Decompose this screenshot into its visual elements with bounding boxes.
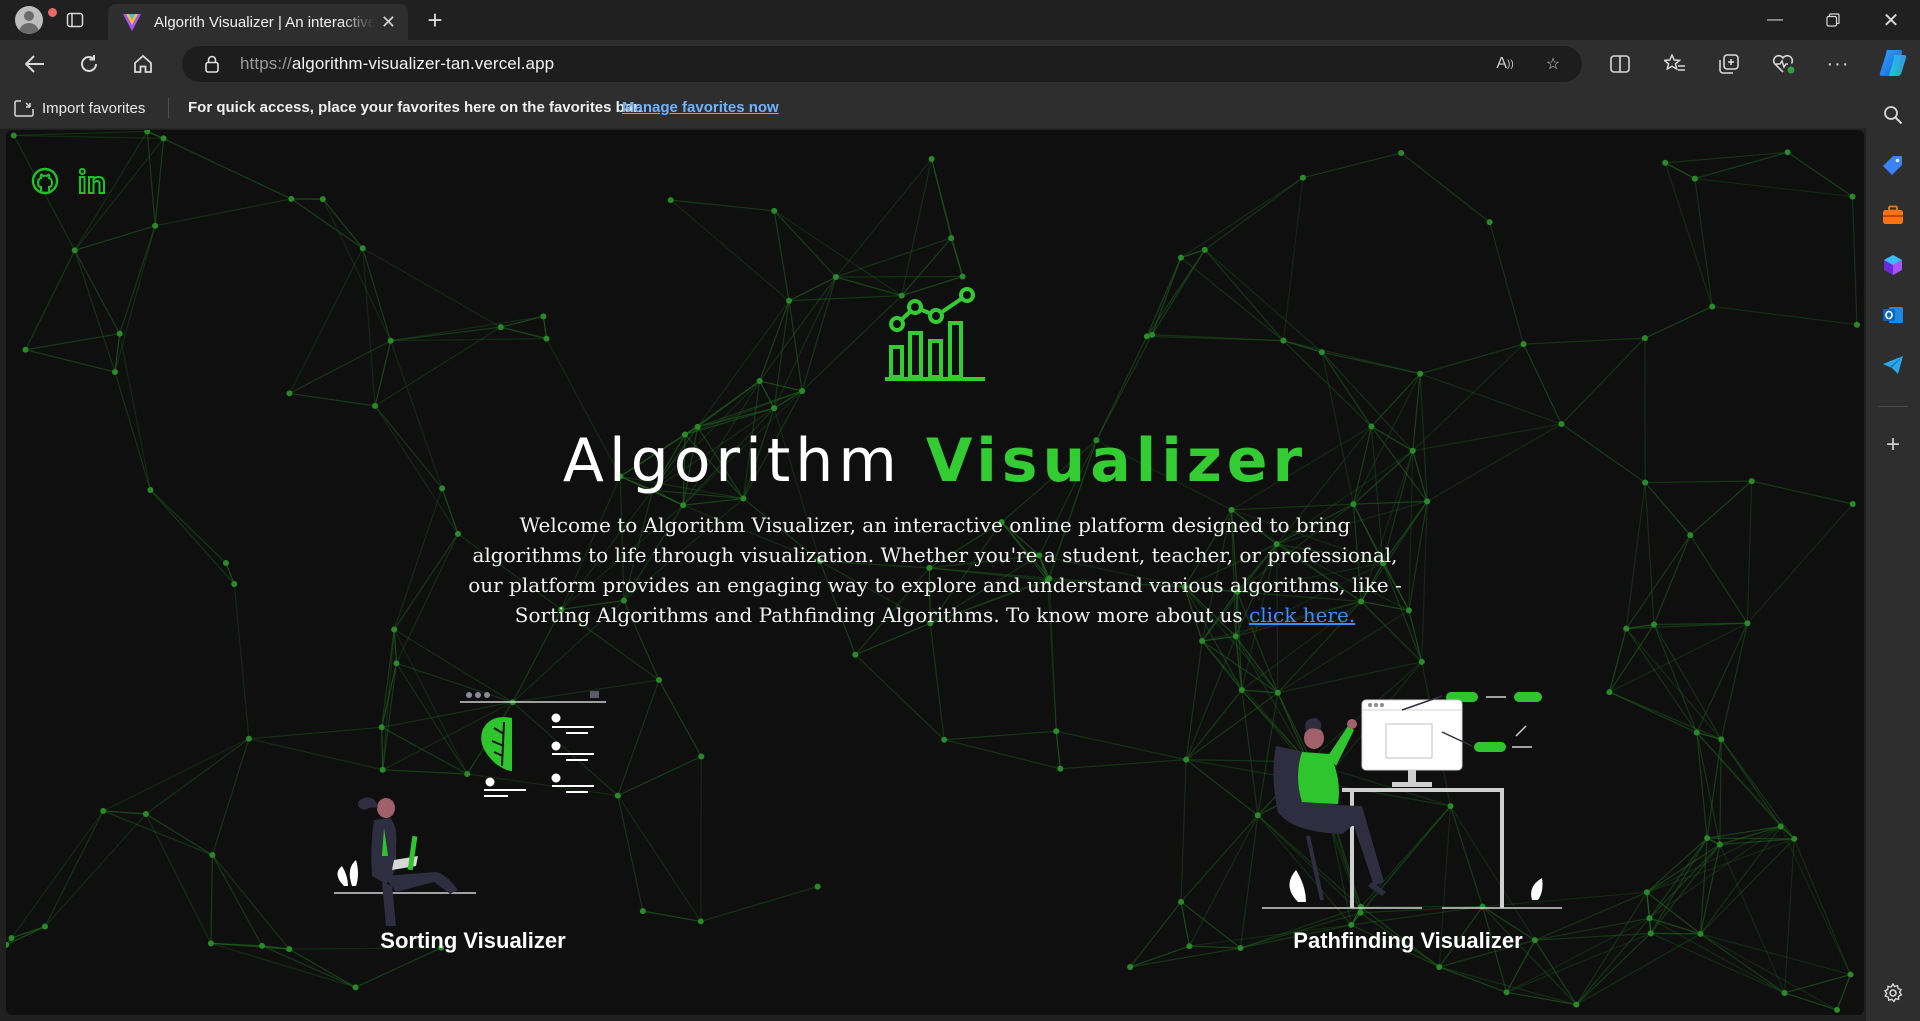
intro-paragraph: Welcome to Algorithm Visualizer, an inte… <box>466 510 1404 630</box>
web-content: Algorithm Visualizer Welcome to Algorith… <box>6 130 1864 1015</box>
url-protocol: https:// <box>240 54 292 73</box>
back-button[interactable] <box>18 48 52 80</box>
import-favorites-button[interactable]: Import favorites <box>14 99 145 117</box>
notification-dot <box>46 6 59 19</box>
home-icon <box>134 54 152 73</box>
sidebar-divider <box>1878 406 1908 407</box>
outlook-icon[interactable] <box>1878 300 1908 330</box>
search-icon[interactable] <box>1878 100 1908 130</box>
linkedin-icon[interactable] <box>78 166 108 196</box>
avatar-icon <box>15 6 43 34</box>
about-link[interactable]: click here. <box>1249 603 1355 627</box>
copilot-icon[interactable] <box>1876 46 1910 80</box>
url-text: https://algorithm-visualizer-tan.vercel.… <box>240 54 554 74</box>
page-title: Algorithm Visualizer <box>6 426 1864 496</box>
title-word-visualizer: Visualizer <box>925 426 1308 496</box>
refresh-button[interactable] <box>72 48 106 80</box>
favorites-bar: Import favorites For quick access, place… <box>0 88 1920 129</box>
add-sidebar-app-icon[interactable]: + <box>1878 430 1908 460</box>
import-favorites-icon <box>14 100 34 117</box>
lock-icon[interactable] <box>204 55 220 73</box>
title-word-algorithm: Algorithm <box>562 426 902 496</box>
sidebar-settings-gear-icon[interactable] <box>1878 978 1908 1008</box>
split-screen-icon[interactable] <box>1603 48 1637 80</box>
shopping-tag-icon[interactable] <box>1878 150 1908 180</box>
sorting-visualizer-label[interactable]: Sorting Visualizer <box>293 928 653 954</box>
favorites-bar-message: For quick access, place your favorites h… <box>188 99 643 116</box>
manage-favorites-link[interactable]: Manage favorites now <box>622 99 779 116</box>
close-window-button[interactable]: ✕ <box>1868 0 1914 40</box>
restore-icon <box>1826 13 1840 27</box>
navigation-bar: https://algorithm-visualizer-tan.vercel.… <box>0 40 1920 88</box>
back-arrow-icon <box>25 55 44 73</box>
restore-button[interactable] <box>1810 0 1856 40</box>
profile-button[interactable] <box>14 0 59 40</box>
tab-active[interactable]: Algorith Visualizer | An interactive onl… <box>108 4 408 40</box>
url-host: algorithm-visualizer-tan.vercel.app <box>291 54 555 73</box>
github-icon[interactable] <box>30 166 60 196</box>
pathfinding-visualizer-label[interactable]: Pathfinding Visualizer <box>1228 928 1588 954</box>
import-favorites-label: Import favorites <box>42 99 146 117</box>
minimize-button[interactable]: — <box>1752 0 1798 40</box>
site-favicon-icon <box>123 14 141 31</box>
refresh-icon <box>81 55 97 72</box>
favorites-divider <box>168 98 169 118</box>
close-tab-icon[interactable]: ✕ <box>381 12 396 33</box>
sorting-visualizer-illustration[interactable] <box>326 686 626 946</box>
title-bar: Algorith Visualizer | An interactive onl… <box>0 0 1920 40</box>
collections-icon[interactable] <box>1712 48 1746 80</box>
microsoft-365-icon[interactable] <box>1878 250 1908 280</box>
settings-more-icon[interactable]: ··· <box>1821 48 1855 80</box>
read-aloud-icon[interactable]: A)) <box>1492 52 1518 76</box>
address-bar[interactable]: https://algorithm-visualizer-tan.vercel.… <box>182 46 1582 82</box>
tools-briefcase-icon[interactable] <box>1878 200 1908 230</box>
favorites-icon[interactable] <box>1658 48 1692 80</box>
home-button[interactable] <box>126 48 160 80</box>
browser-essentials-icon[interactable] <box>1767 48 1801 80</box>
new-tab-button[interactable]: + <box>420 6 450 36</box>
tab-actions-button[interactable] <box>60 0 90 40</box>
pathfinding-visualizer-illustration[interactable] <box>1262 686 1562 950</box>
send-telegram-icon[interactable] <box>1878 350 1908 380</box>
analytics-chart-logo-icon <box>885 287 985 381</box>
edge-sidebar: + <box>1866 88 1920 1021</box>
tab-actions-icon <box>66 12 84 28</box>
favorite-star-icon[interactable]: ☆ <box>1540 52 1566 76</box>
tab-title: Algorith Visualizer | An interactive onl… <box>154 13 374 31</box>
